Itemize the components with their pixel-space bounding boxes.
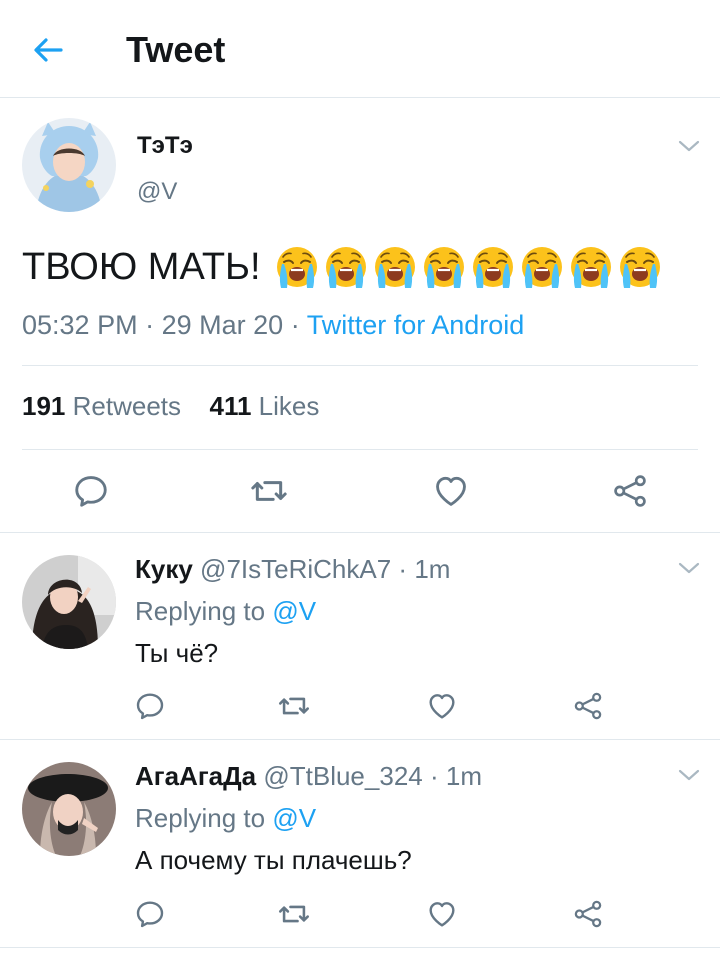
reply-icon bbox=[134, 898, 166, 930]
reply-header: Куку @7IsTeRiChkA7 · 1m bbox=[135, 552, 450, 586]
retweet-icon bbox=[277, 897, 311, 931]
crying-face-emoji bbox=[518, 243, 566, 291]
share-button[interactable] bbox=[570, 688, 606, 724]
heart-icon bbox=[432, 472, 470, 510]
reply-button[interactable] bbox=[70, 470, 112, 512]
crying-face-emoji bbox=[469, 243, 517, 291]
meta-separator: · bbox=[429, 761, 439, 791]
divider bbox=[22, 449, 698, 450]
share-icon bbox=[611, 472, 649, 510]
user-handle[interactable]: @V bbox=[137, 178, 177, 206]
like-button[interactable] bbox=[424, 896, 460, 932]
share-icon bbox=[572, 690, 604, 722]
chevron-down-icon[interactable] bbox=[676, 136, 702, 156]
tweet-text-line: ТВОЮ МАТЬ! bbox=[22, 242, 665, 292]
tweet-text: ТВОЮ МАТЬ! bbox=[22, 246, 261, 288]
back-button[interactable] bbox=[22, 28, 74, 72]
reply-button[interactable] bbox=[132, 688, 168, 724]
likes-stat[interactable]: 411 Likes bbox=[209, 388, 319, 424]
crying-face-emoji bbox=[420, 243, 468, 291]
chevron-down-icon[interactable] bbox=[676, 558, 702, 578]
like-button[interactable] bbox=[430, 470, 472, 512]
replying-label: Replying to bbox=[135, 596, 266, 626]
reply-tweet[interactable]: Куку @7IsTeRiChkA7 · 1m Replying to @V Т… bbox=[0, 533, 720, 740]
replying-label: Replying to bbox=[135, 803, 266, 833]
retweet-icon bbox=[249, 471, 289, 511]
avatar[interactable] bbox=[22, 762, 116, 856]
avatar[interactable] bbox=[22, 118, 116, 212]
divider bbox=[22, 365, 698, 366]
tweet-meta: 05:32 PM · 29 Mar 20 · Twitter for Andro… bbox=[22, 307, 524, 343]
share-icon bbox=[572, 898, 604, 930]
display-name[interactable]: ТэТэ bbox=[137, 132, 193, 160]
replying-to: Replying to @V bbox=[135, 594, 316, 628]
likes-count: 411 bbox=[209, 391, 252, 421]
retweet-button[interactable] bbox=[248, 470, 290, 512]
reply-button[interactable] bbox=[132, 896, 168, 932]
crying-face-emoji bbox=[616, 243, 664, 291]
like-button[interactable] bbox=[424, 688, 460, 724]
replying-to: Replying to @V bbox=[135, 801, 316, 835]
user-handle[interactable]: @TtBlue_324 bbox=[263, 761, 422, 791]
tweet-stats: 191 Retweets 411 Likes bbox=[22, 388, 319, 424]
main-tweet: ТэТэ @V ТВОЮ МАТЬ! 05:32 PM · 29 Mar 20 … bbox=[0, 98, 720, 533]
crying-face-emoji bbox=[567, 243, 615, 291]
crying-face-emoji bbox=[371, 243, 419, 291]
mention-link[interactable]: @V bbox=[272, 596, 316, 626]
meta-separator: · bbox=[398, 554, 408, 584]
arrow-left-icon bbox=[34, 38, 63, 62]
reply-time: 1m bbox=[445, 761, 483, 791]
retweet-icon bbox=[277, 689, 311, 723]
emoji-row bbox=[273, 243, 665, 291]
crying-face-emoji bbox=[322, 243, 370, 291]
likes-label: Likes bbox=[258, 391, 320, 421]
meta-separator: · bbox=[145, 310, 155, 340]
share-button[interactable] bbox=[609, 470, 651, 512]
reply-header: АгаАгаДа @TtBlue_324 · 1m bbox=[135, 759, 482, 793]
reply-time: 1m bbox=[414, 554, 451, 584]
page-title: Tweet bbox=[126, 29, 226, 70]
share-button[interactable] bbox=[570, 896, 606, 932]
reply-tweet[interactable]: АгаАгаДа @TtBlue_324 · 1m Replying to @V… bbox=[0, 740, 720, 948]
tweet-date: 29 Mar 20 bbox=[161, 310, 284, 340]
reply-text: Ты чё? bbox=[135, 638, 219, 668]
retweets-count: 191 bbox=[22, 391, 66, 421]
crying-face-emoji bbox=[273, 243, 321, 291]
reply-icon bbox=[72, 472, 110, 510]
heart-icon bbox=[426, 898, 458, 930]
display-name[interactable]: АгаАгаДа bbox=[135, 761, 256, 791]
retweet-button[interactable] bbox=[276, 688, 312, 724]
avatar[interactable] bbox=[22, 555, 116, 649]
user-handle[interactable]: @7IsTeRiChkA7 bbox=[200, 554, 391, 584]
retweet-button[interactable] bbox=[276, 896, 312, 932]
reply-icon bbox=[134, 690, 166, 722]
tweet-time: 05:32 PM bbox=[22, 310, 138, 340]
retweets-label: Retweets bbox=[72, 391, 182, 421]
meta-separator: · bbox=[290, 310, 300, 340]
display-name[interactable]: Куку bbox=[135, 554, 193, 584]
chevron-down-icon[interactable] bbox=[676, 765, 702, 785]
top-bar: Tweet bbox=[0, 0, 720, 98]
heart-icon bbox=[426, 690, 458, 722]
client-link[interactable]: Twitter for Android bbox=[307, 310, 525, 340]
reply-text: А почему ты плачешь? bbox=[135, 845, 412, 875]
mention-link[interactable]: @V bbox=[272, 803, 316, 833]
retweets-stat[interactable]: 191 Retweets bbox=[22, 388, 181, 424]
